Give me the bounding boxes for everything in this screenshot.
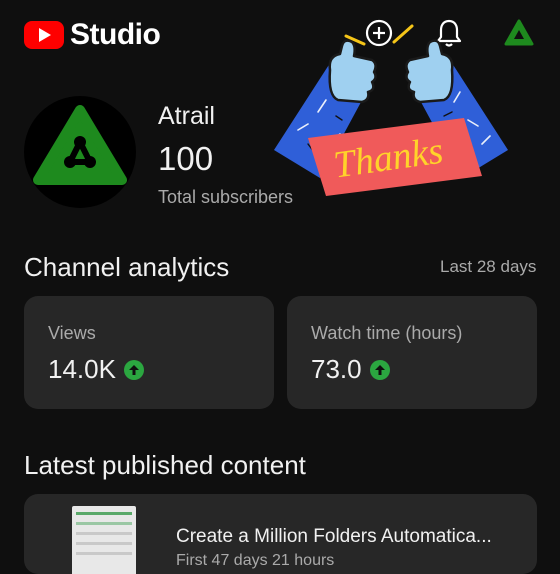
channel-name: Atrail bbox=[158, 102, 215, 130]
logo-text: Studio bbox=[70, 18, 161, 51]
watch-time-value-row: 73.0 bbox=[311, 354, 390, 385]
trend-up-icon bbox=[369, 359, 390, 380]
trend-up-icon bbox=[123, 359, 144, 380]
video-performance: First 47 days 21 hours bbox=[176, 552, 335, 569]
latest-content-title: Latest published content bbox=[24, 450, 306, 480]
watch-time-value: 73.0 bbox=[311, 354, 362, 384]
thanks-sticker: Thanks bbox=[274, 24, 508, 196]
youtube-logo-icon bbox=[24, 21, 64, 49]
latest-video-card[interactable]: Create a Million Folders Automatica... F… bbox=[24, 494, 537, 574]
youtube-studio-logo[interactable]: Studio bbox=[24, 18, 161, 52]
channel-logo-icon bbox=[33, 105, 127, 185]
channel-avatar[interactable] bbox=[24, 96, 136, 208]
views-value-row: 14.0K bbox=[48, 354, 144, 385]
views-label: Views bbox=[48, 323, 96, 343]
watch-time-card[interactable]: Watch time (hours) 73.0 bbox=[287, 296, 537, 409]
views-value: 14.0K bbox=[48, 354, 116, 384]
video-title[interactable]: Create a Million Folders Automatica... bbox=[176, 526, 492, 548]
subscriber-count: 100 bbox=[158, 140, 214, 177]
analytics-period[interactable]: Last 28 days bbox=[440, 257, 536, 277]
watch-time-label: Watch time (hours) bbox=[311, 323, 463, 343]
analytics-title: Channel analytics bbox=[24, 252, 230, 282]
views-card[interactable]: Views 14.0K bbox=[24, 296, 274, 409]
video-thumbnail[interactable] bbox=[72, 506, 136, 574]
